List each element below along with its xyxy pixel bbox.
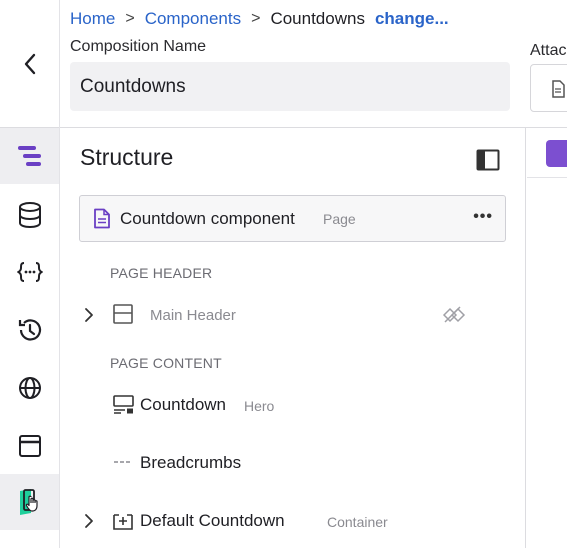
tree-item-type: Hero xyxy=(244,398,275,414)
browser-window-icon xyxy=(18,435,41,457)
pattern-hidden-icon xyxy=(442,306,466,323)
chevron-left-icon xyxy=(24,53,35,75)
rail-device-button[interactable] xyxy=(0,474,59,530)
breadcrumb: Home > Components > Countdowns change... xyxy=(70,9,449,29)
breadcrumb-separator: > xyxy=(251,10,261,27)
mobile-preview-icon xyxy=(19,489,38,515)
tree-item-name: Default Countdown xyxy=(140,511,285,530)
rail-parameters-button[interactable] xyxy=(0,244,59,300)
section-label-page-header: PAGE HEADER xyxy=(110,265,213,281)
attach-field[interactable] xyxy=(530,64,567,112)
left-icon-rail xyxy=(0,128,60,548)
rail-localization-button[interactable] xyxy=(0,360,59,416)
composition-name-input[interactable] xyxy=(70,62,510,111)
sidebar-toggle-icon xyxy=(476,149,500,171)
page-document-icon xyxy=(94,208,110,229)
root-node-type: Page xyxy=(323,211,356,227)
breadcrumb-current: Countdowns xyxy=(270,9,365,28)
container-icon xyxy=(113,514,133,530)
document-icon xyxy=(552,80,565,98)
rail-preview-button[interactable] xyxy=(0,418,59,474)
chevron-right-icon[interactable] xyxy=(84,513,94,529)
globe-icon xyxy=(18,377,41,399)
header-slot-icon xyxy=(113,304,133,324)
more-options-icon[interactable]: ••• xyxy=(473,208,493,226)
tree-item-breadcrumbs[interactable]: Breadcrumbs xyxy=(80,445,510,481)
braces-icon xyxy=(16,262,43,282)
structure-icon xyxy=(17,146,41,166)
tree-item-name: Breadcrumbs xyxy=(140,453,242,472)
chevron-right-icon[interactable] xyxy=(84,307,94,323)
tree-item-main-header[interactable]: Main Header xyxy=(80,297,510,333)
dashed-line-icon xyxy=(114,461,132,463)
database-icon xyxy=(18,202,41,228)
breadcrumb-separator: > xyxy=(125,10,135,27)
change-link[interactable]: change... xyxy=(375,9,449,29)
tree-item-name: Countdown xyxy=(140,395,227,414)
root-node-name: Countdown component xyxy=(120,209,295,228)
root-node-page[interactable]: Countdown component Page ••• xyxy=(79,195,506,242)
composition-name-label: Composition Name xyxy=(70,38,207,55)
attach-label: Attac xyxy=(530,42,567,59)
history-icon xyxy=(18,319,41,341)
rail-data-button[interactable] xyxy=(0,187,59,243)
back-button[interactable] xyxy=(0,0,60,128)
panel-title: Structure xyxy=(80,144,174,170)
primary-action-button[interactable] xyxy=(546,140,567,167)
tree-item-type: Container xyxy=(327,514,388,530)
tree-item-default-countdown[interactable]: Default Countdown Container xyxy=(80,503,510,539)
tree-item-countdown[interactable]: Countdown Hero xyxy=(80,387,510,423)
hero-component-icon xyxy=(113,395,134,414)
section-label-page-content: PAGE CONTENT xyxy=(110,355,222,371)
structure-panel: Structure Countdown component Page ••• P… xyxy=(60,128,526,548)
top-header: Home > Components > Countdowns change...… xyxy=(0,0,567,128)
breadcrumb-home-link[interactable]: Home xyxy=(70,9,115,29)
canvas-toolbar xyxy=(527,128,567,178)
breadcrumb-components-link[interactable]: Components xyxy=(145,9,241,29)
rail-history-button[interactable] xyxy=(0,302,59,358)
toggle-panel-button[interactable] xyxy=(476,149,500,176)
rail-structure-button[interactable] xyxy=(0,128,59,184)
tree-item-name: Main Header xyxy=(150,307,236,324)
canvas-area xyxy=(527,128,567,548)
